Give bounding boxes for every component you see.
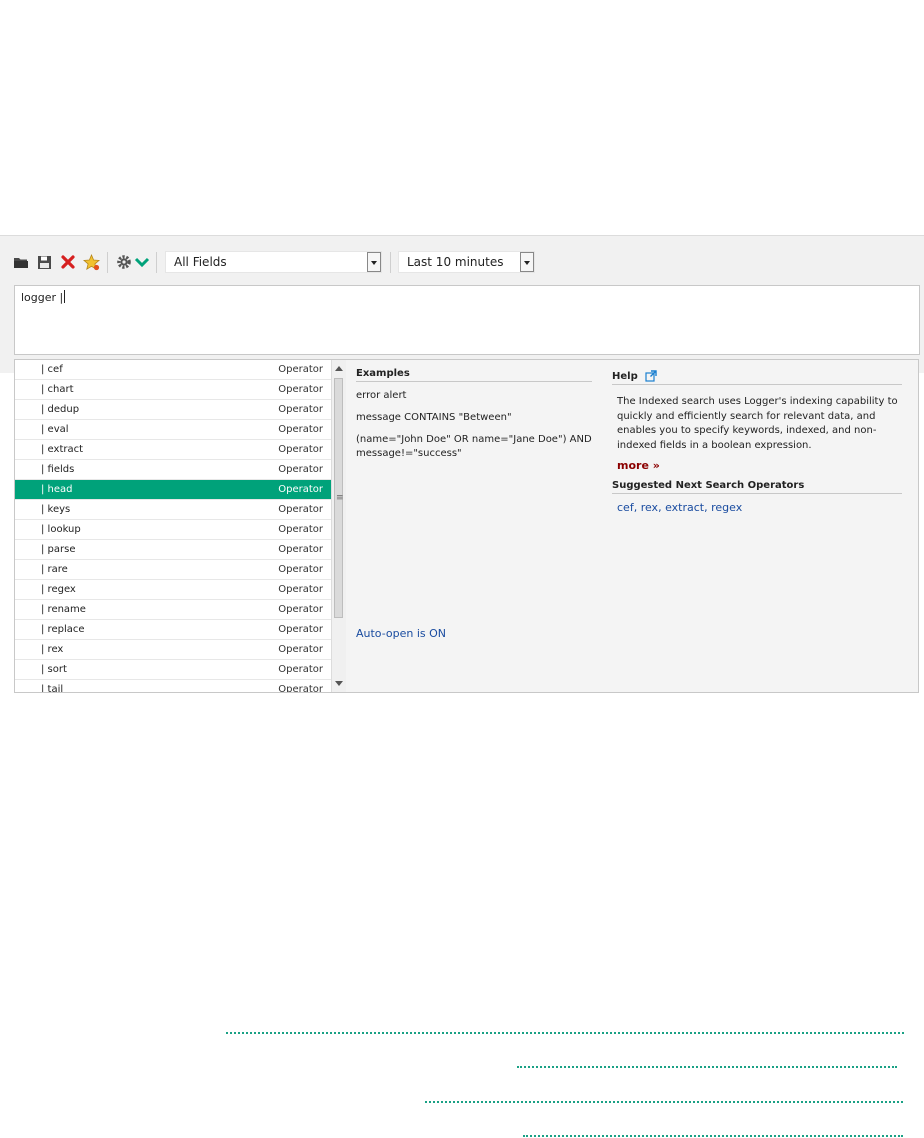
more-link[interactable]: more » bbox=[617, 459, 902, 472]
field-select-value: All Fields bbox=[174, 255, 227, 269]
operator-row[interactable]: | fields Operator bbox=[15, 460, 331, 480]
operator-row[interactable]: | replace Operator bbox=[15, 620, 331, 640]
suggested-operators-title: Suggested Next Search Operators bbox=[612, 480, 902, 494]
operator-name: | tail bbox=[41, 684, 64, 692]
operator-type: Operator bbox=[278, 684, 323, 692]
dropdown-arrow-icon[interactable] bbox=[520, 252, 534, 272]
operator-name: | head bbox=[41, 484, 73, 495]
operator-name: | chart bbox=[41, 384, 74, 395]
operator-type: Operator bbox=[278, 424, 323, 435]
operator-row[interactable]: | tail Operator bbox=[15, 680, 331, 692]
autocomplete-panel: | cef Operator | chart Operator | dedup Opera… bbox=[14, 359, 919, 693]
operator-name: | sort bbox=[41, 664, 67, 675]
save-icon[interactable] bbox=[35, 253, 53, 271]
time-range-value: Last 10 minutes bbox=[407, 255, 504, 269]
delete-icon[interactable] bbox=[59, 253, 77, 271]
dotted-rule bbox=[226, 1032, 904, 1034]
help-section: Help The Indexed search uses Logger's in… bbox=[612, 370, 902, 514]
example-item[interactable]: (name="John Doe" OR name="Jane Doe") AND… bbox=[356, 433, 592, 461]
operator-name: | fields bbox=[41, 464, 75, 475]
operator-row[interactable]: | head Operator bbox=[15, 480, 331, 500]
operator-type: Operator bbox=[278, 384, 323, 395]
operator-type: Operator bbox=[278, 584, 323, 595]
favorite-star-icon[interactable] bbox=[82, 253, 100, 271]
operator-name: | replace bbox=[41, 624, 85, 635]
operator-name: | rare bbox=[41, 564, 68, 575]
operator-type: Operator bbox=[278, 504, 323, 515]
operator-type: Operator bbox=[278, 444, 323, 455]
operator-row[interactable]: | eval Operator bbox=[15, 420, 331, 440]
operator-row[interactable]: | rare Operator bbox=[15, 560, 331, 580]
operator-name: | cef bbox=[41, 364, 63, 375]
operator-name: | rex bbox=[41, 644, 64, 655]
operator-row[interactable]: | dedup Operator bbox=[15, 400, 331, 420]
operator-row[interactable]: | extract Operator bbox=[15, 440, 331, 460]
operator-row[interactable]: | keys Operator bbox=[15, 500, 331, 520]
suggested-operator-link[interactable]: cef bbox=[617, 501, 634, 514]
operator-list-scrollbar[interactable]: ≡ bbox=[331, 360, 346, 692]
examples-title: Examples bbox=[356, 368, 592, 382]
operator-name: | dedup bbox=[41, 404, 80, 415]
example-item[interactable]: error alert bbox=[356, 389, 592, 403]
operator-row[interactable]: | rex Operator bbox=[15, 640, 331, 660]
chevron-down-icon[interactable] bbox=[133, 253, 151, 271]
scrollbar-thumb[interactable]: ≡ bbox=[334, 378, 344, 618]
operator-name: | eval bbox=[41, 424, 69, 435]
field-select[interactable]: All Fields bbox=[165, 251, 382, 273]
toolbar-separator bbox=[107, 252, 108, 273]
suggested-operators-list: cef, rex, extract, regex bbox=[617, 501, 743, 514]
operator-type: Operator bbox=[278, 624, 323, 635]
operator-row[interactable]: | rename Operator bbox=[15, 600, 331, 620]
external-link-icon[interactable] bbox=[645, 370, 657, 382]
suggested-operator-link[interactable]: extract bbox=[665, 501, 704, 514]
operator-name: | rename bbox=[41, 604, 86, 615]
scroll-up-arrow-icon[interactable] bbox=[335, 366, 343, 371]
operator-type: Operator bbox=[278, 644, 323, 655]
folder-open-icon[interactable] bbox=[12, 253, 30, 271]
operator-type: Operator bbox=[278, 604, 323, 615]
operator-list[interactable]: | cef Operator | chart Operator | dedup Opera… bbox=[15, 360, 331, 692]
toolbar-separator bbox=[156, 252, 157, 273]
operator-type: Operator bbox=[278, 664, 323, 675]
operator-name: | extract bbox=[41, 444, 84, 455]
operator-row[interactable]: | chart Operator bbox=[15, 380, 331, 400]
operator-name: | parse bbox=[41, 544, 76, 555]
operator-row[interactable]: | cef Operator bbox=[15, 360, 331, 380]
operator-row[interactable]: | sort Operator bbox=[15, 660, 331, 680]
suggested-operator-link[interactable]: rex bbox=[641, 501, 658, 514]
examples-section: Examples error alert message CONTAINS "B… bbox=[356, 368, 592, 461]
help-description: The Indexed search uses Logger's indexin… bbox=[617, 396, 898, 451]
dotted-rule bbox=[517, 1066, 897, 1068]
operator-type: Operator bbox=[278, 464, 323, 475]
operator-type: Operator bbox=[278, 404, 323, 415]
search-toolbar: All Fields Last 10 minutes bbox=[0, 250, 924, 276]
settings-icon[interactable] bbox=[115, 253, 133, 271]
dotted-rule bbox=[523, 1135, 903, 1137]
auto-open-toggle[interactable]: Auto-open is ON bbox=[356, 627, 446, 640]
dotted-rule bbox=[425, 1101, 903, 1103]
grip-icon: ≡ bbox=[336, 493, 344, 503]
operator-name: | regex bbox=[41, 584, 76, 595]
search-query-input[interactable]: logger | bbox=[14, 285, 920, 355]
toolbar-separator bbox=[390, 252, 391, 273]
text-caret bbox=[64, 290, 66, 303]
operator-row[interactable]: | regex Operator bbox=[15, 580, 331, 600]
operator-type: Operator bbox=[278, 564, 323, 575]
operator-type: Operator bbox=[278, 524, 323, 535]
operator-type: Operator bbox=[278, 544, 323, 555]
operator-type: Operator bbox=[278, 364, 323, 375]
query-text: logger | bbox=[21, 290, 66, 304]
dropdown-arrow-icon[interactable] bbox=[367, 252, 381, 272]
scroll-down-arrow-icon[interactable] bbox=[335, 681, 343, 686]
operator-name: | keys bbox=[41, 504, 71, 515]
operator-row[interactable]: | lookup Operator bbox=[15, 520, 331, 540]
operator-row[interactable]: | parse Operator bbox=[15, 540, 331, 560]
suggested-operator-link[interactable]: regex bbox=[711, 501, 742, 514]
operator-name: | lookup bbox=[41, 524, 81, 535]
time-range-select[interactable]: Last 10 minutes bbox=[398, 251, 535, 273]
operator-type: Operator bbox=[278, 484, 323, 495]
example-item[interactable]: message CONTAINS "Between" bbox=[356, 411, 592, 425]
help-header: Help bbox=[612, 370, 902, 385]
help-title: Help bbox=[612, 370, 638, 382]
